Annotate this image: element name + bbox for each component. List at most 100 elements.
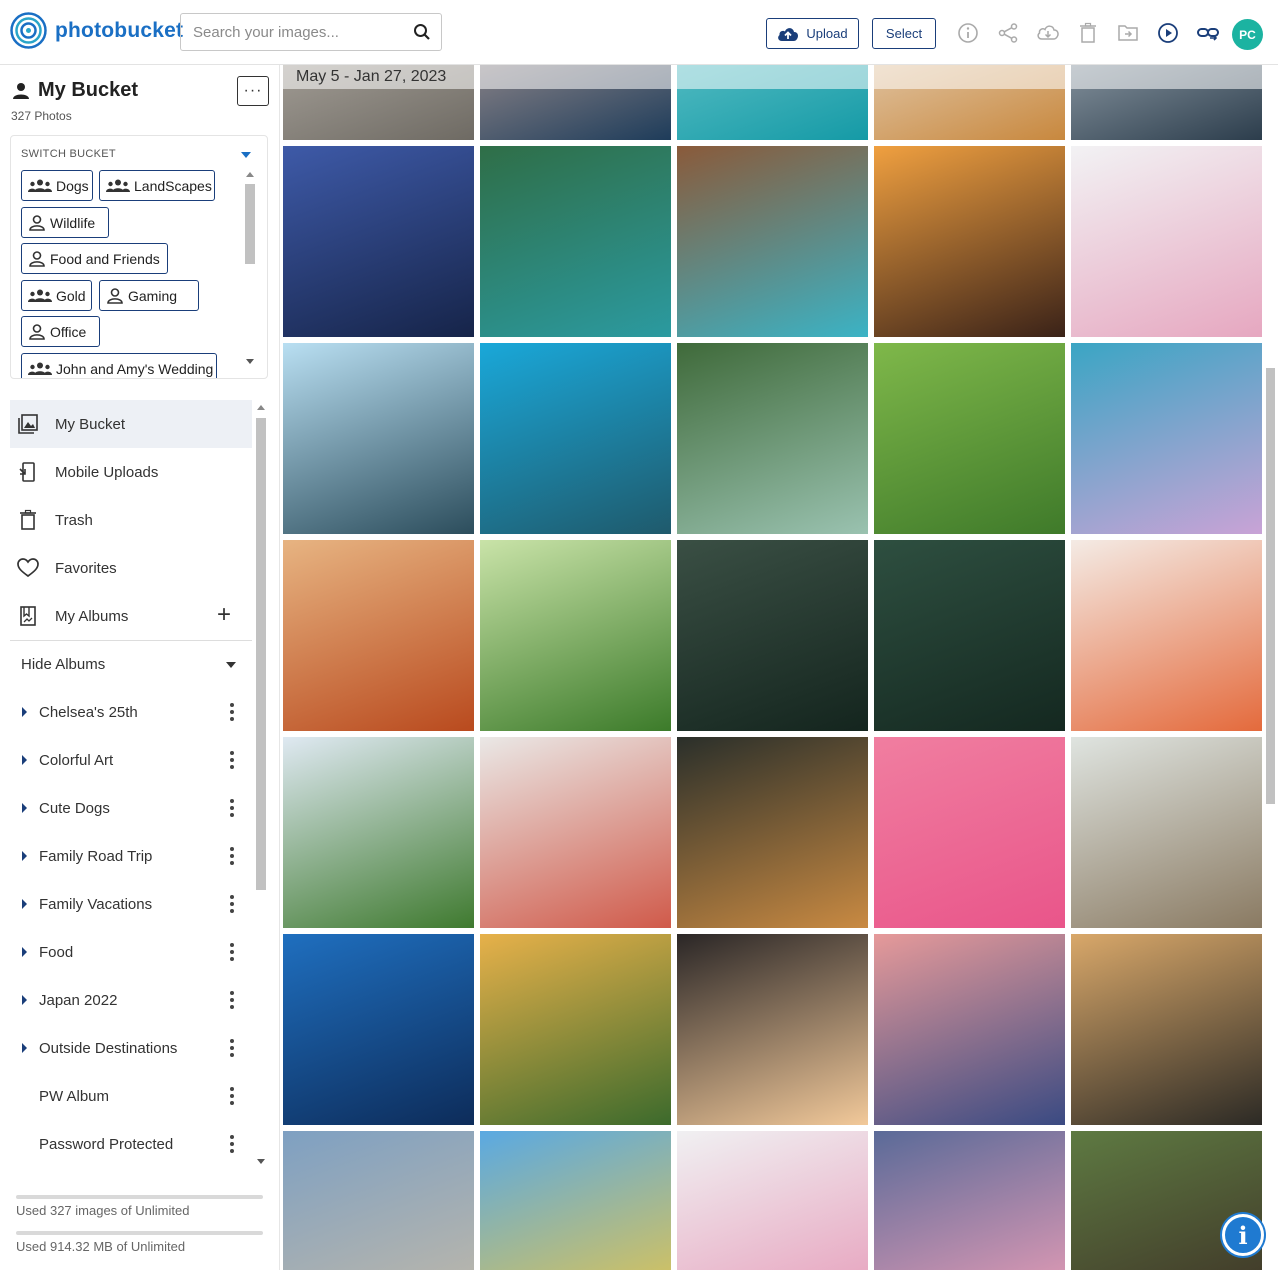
sidebar-item-trash[interactable]: Trash bbox=[10, 496, 252, 544]
scroll-thumb[interactable] bbox=[1266, 368, 1275, 804]
photo-thumbnail[interactable] bbox=[480, 934, 671, 1125]
switch-bucket-scrollbar[interactable] bbox=[243, 170, 257, 370]
album-item-password-protected[interactable]: Password Protected bbox=[10, 1120, 252, 1168]
photo-thumbnail[interactable] bbox=[480, 1131, 671, 1270]
bucket-chip-gaming[interactable]: Gaming bbox=[99, 280, 199, 311]
expand-caret-icon[interactable] bbox=[22, 803, 27, 813]
photo-thumbnail[interactable] bbox=[283, 934, 474, 1125]
photo-thumbnail[interactable] bbox=[677, 1131, 868, 1270]
photo-thumbnail[interactable] bbox=[1071, 737, 1262, 928]
photo-thumbnail[interactable] bbox=[874, 146, 1065, 337]
scroll-thumb[interactable] bbox=[256, 418, 266, 890]
scroll-up-icon[interactable] bbox=[246, 172, 254, 177]
scroll-thumb[interactable] bbox=[245, 184, 255, 264]
photo-thumbnail[interactable] bbox=[283, 540, 474, 731]
album-item-cute-dogs[interactable]: Cute Dogs bbox=[10, 784, 252, 832]
user-avatar[interactable]: PC bbox=[1232, 19, 1263, 50]
collapse-caret-icon[interactable] bbox=[241, 152, 251, 158]
photobucket-logo[interactable]: photobucket bbox=[10, 12, 183, 49]
album-menu-icon[interactable] bbox=[228, 991, 236, 1009]
expand-caret-icon[interactable] bbox=[22, 995, 27, 1005]
search-icon[interactable] bbox=[413, 23, 431, 41]
photo-thumbnail[interactable] bbox=[874, 934, 1065, 1125]
add-album-icon[interactable]: + bbox=[217, 601, 231, 629]
album-item-chelsea-s-25th[interactable]: Chelsea's 25th bbox=[10, 688, 252, 736]
photo-thumbnail[interactable] bbox=[480, 540, 671, 731]
expand-caret-icon[interactable] bbox=[22, 755, 27, 765]
photo-thumbnail[interactable] bbox=[874, 1131, 1065, 1270]
expand-caret-icon[interactable] bbox=[22, 707, 27, 717]
album-item-pw-album[interactable]: PW Album bbox=[10, 1072, 252, 1120]
photo-thumbnail[interactable] bbox=[283, 737, 474, 928]
photo-thumbnail[interactable] bbox=[677, 146, 868, 337]
scroll-down-icon[interactable] bbox=[246, 359, 254, 364]
photo-thumbnail[interactable] bbox=[283, 146, 474, 337]
album-menu-icon[interactable] bbox=[228, 1087, 236, 1105]
info-icon[interactable] bbox=[956, 21, 980, 45]
expand-caret-icon[interactable] bbox=[22, 851, 27, 861]
photo-thumbnail[interactable] bbox=[1071, 343, 1262, 534]
select-button[interactable]: Select bbox=[872, 18, 936, 49]
photo-thumbnail[interactable] bbox=[283, 343, 474, 534]
sidebar-scrollbar[interactable] bbox=[254, 402, 268, 1167]
photo-thumbnail[interactable] bbox=[677, 540, 868, 731]
slideshow-play-icon[interactable] bbox=[1156, 21, 1180, 45]
bucket-chip-landscapes[interactable]: LandScapes bbox=[99, 170, 215, 201]
hide-albums-toggle[interactable]: Hide Albums bbox=[10, 640, 252, 688]
bucket-chip-office[interactable]: Office bbox=[21, 316, 100, 347]
photo-thumbnail[interactable] bbox=[1071, 540, 1262, 731]
album-menu-icon[interactable] bbox=[228, 895, 236, 913]
photo-thumbnail[interactable] bbox=[480, 146, 671, 337]
expand-caret-icon[interactable] bbox=[22, 947, 27, 957]
search-input[interactable] bbox=[193, 23, 413, 41]
photo-thumbnail[interactable] bbox=[874, 540, 1065, 731]
more-options-button[interactable]: ··· bbox=[237, 76, 269, 106]
album-menu-icon[interactable] bbox=[228, 751, 236, 769]
album-menu-icon[interactable] bbox=[228, 1135, 236, 1153]
photo-thumbnail[interactable] bbox=[480, 343, 671, 534]
cloud-download-icon[interactable] bbox=[1036, 21, 1060, 45]
bucket-chip-gold[interactable]: Gold bbox=[21, 280, 92, 311]
delete-icon[interactable] bbox=[1076, 21, 1100, 45]
sidebar-item-mobile-uploads[interactable]: Mobile Uploads bbox=[10, 448, 252, 496]
photo-thumbnail[interactable] bbox=[283, 1131, 474, 1270]
photo-thumbnail[interactable] bbox=[1071, 934, 1262, 1125]
help-info-button[interactable]: i bbox=[1222, 1214, 1264, 1256]
expand-caret-icon[interactable] bbox=[22, 899, 27, 909]
bucket-chip-dogs[interactable]: Dogs bbox=[21, 170, 93, 201]
scroll-down-icon[interactable] bbox=[257, 1159, 265, 1164]
sidebar-item-my-albums[interactable]: My Albums + bbox=[10, 592, 252, 640]
album-menu-icon[interactable] bbox=[228, 703, 236, 721]
bucket-chip-wildlife[interactable]: Wildlife bbox=[21, 207, 109, 238]
upload-button[interactable]: Upload bbox=[766, 18, 859, 49]
album-menu-icon[interactable] bbox=[228, 943, 236, 961]
bucket-chip-john-and-amy-s-wedding[interactable]: John and Amy's Wedding bbox=[21, 353, 217, 378]
link-icon[interactable] bbox=[1196, 21, 1220, 45]
photo-thumbnail[interactable] bbox=[874, 737, 1065, 928]
move-to-folder-icon[interactable] bbox=[1116, 21, 1140, 45]
search-box[interactable] bbox=[180, 13, 442, 51]
album-item-family-road-trip[interactable]: Family Road Trip bbox=[10, 832, 252, 880]
album-item-colorful-art[interactable]: Colorful Art bbox=[10, 736, 252, 784]
bucket-chip-food-and-friends[interactable]: Food and Friends bbox=[21, 243, 168, 274]
sidebar-item-my-bucket[interactable]: My Bucket bbox=[10, 400, 252, 448]
photo-thumbnail[interactable] bbox=[677, 737, 868, 928]
album-item-japan-2022[interactable]: Japan 2022 bbox=[10, 976, 252, 1024]
share-icon[interactable] bbox=[996, 21, 1020, 45]
sidebar-item-favorites[interactable]: Favorites bbox=[10, 544, 252, 592]
image-usage-text: Used 327 images of Unlimited bbox=[16, 1203, 190, 1218]
photo-thumbnail[interactable] bbox=[874, 343, 1065, 534]
photo-thumbnail[interactable] bbox=[1071, 146, 1262, 337]
album-item-food[interactable]: Food bbox=[10, 928, 252, 976]
expand-caret-icon[interactable] bbox=[22, 1043, 27, 1053]
album-item-family-vacations[interactable]: Family Vacations bbox=[10, 880, 252, 928]
photo-thumbnail[interactable] bbox=[480, 737, 671, 928]
photo-thumbnail[interactable] bbox=[677, 343, 868, 534]
album-item-outside-destinations[interactable]: Outside Destinations bbox=[10, 1024, 252, 1072]
album-menu-icon[interactable] bbox=[228, 847, 236, 865]
album-menu-icon[interactable] bbox=[228, 799, 236, 817]
photo-thumbnail[interactable] bbox=[677, 934, 868, 1125]
page-scrollbar[interactable] bbox=[1263, 65, 1278, 1270]
scroll-up-icon[interactable] bbox=[257, 405, 265, 410]
album-menu-icon[interactable] bbox=[228, 1039, 236, 1057]
